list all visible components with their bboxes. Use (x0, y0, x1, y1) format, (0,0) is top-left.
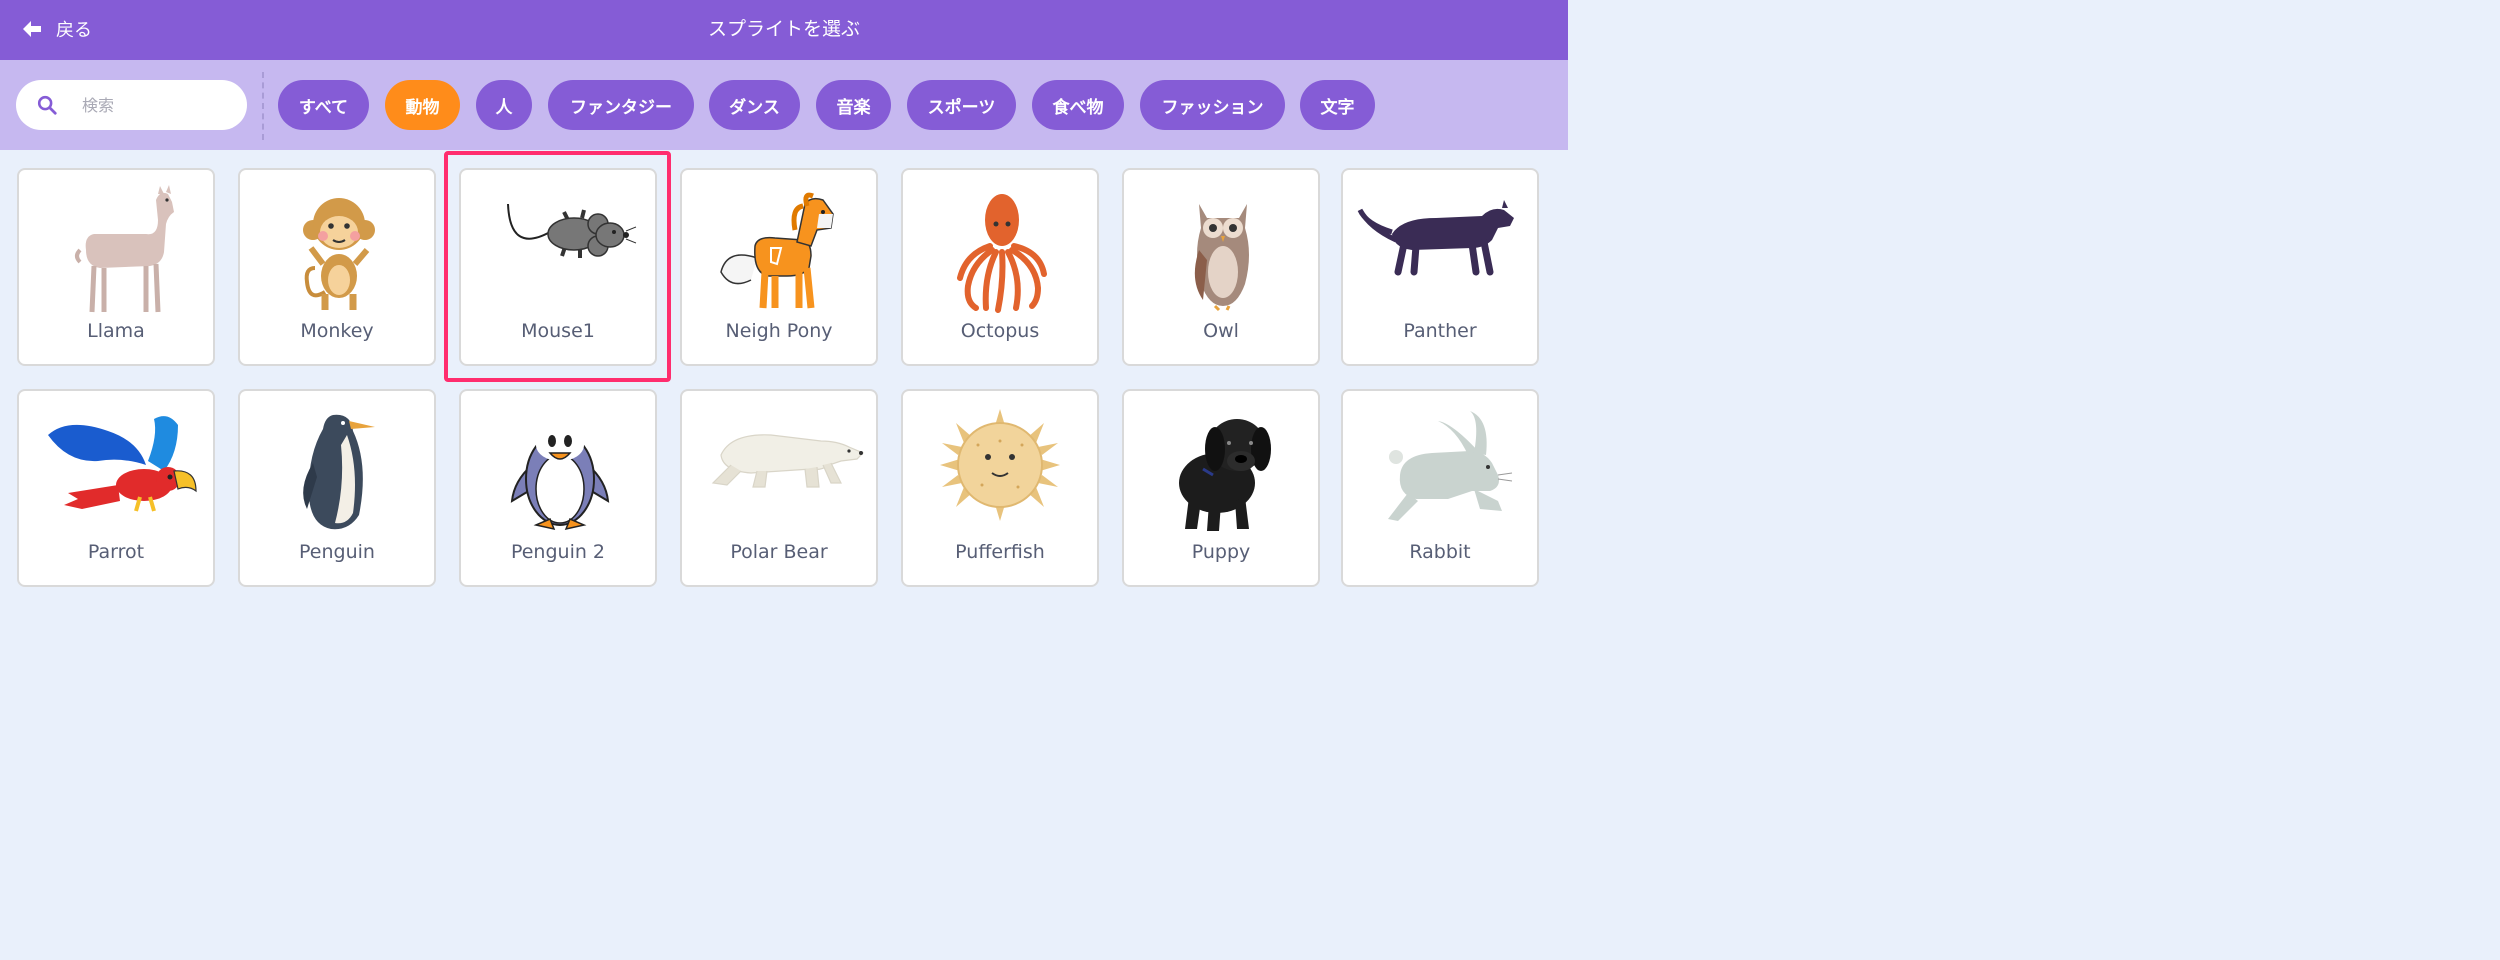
pufferfish-icon (940, 409, 1060, 521)
sprite-card-neigh-pony[interactable]: Neigh Pony (680, 168, 878, 366)
back-label: 戻る (56, 20, 92, 41)
penguin-icon (303, 414, 375, 530)
tag-all[interactable]: すべて (278, 80, 369, 130)
sprite-name: Puppy (1191, 541, 1251, 563)
tag-people[interactable]: 人 (476, 80, 532, 130)
sprite-name: Monkey (300, 320, 374, 342)
back-arrow-icon (23, 21, 41, 37)
sprite-name: Pufferfish (955, 541, 1045, 563)
sprite-name: Neigh Pony (725, 320, 833, 342)
rabbit-icon (1388, 411, 1513, 521)
tag-sports[interactable]: スポーツ (907, 80, 1016, 130)
tag-letters[interactable]: 文字 (1300, 80, 1375, 130)
sprite-card-rabbit[interactable]: Rabbit (1341, 389, 1539, 587)
sprite-grid: Llama Monkey Mouse1 Neigh Pony Octopus O… (0, 150, 1568, 602)
mouse-icon (507, 203, 637, 258)
sprite-name: Owl (1203, 320, 1239, 342)
back-button[interactable]: 戻る (20, 0, 92, 58)
tag-fantasy[interactable]: ファンタジー (548, 80, 694, 130)
tag-fashion[interactable]: ファッション (1140, 80, 1285, 130)
tag-animals[interactable]: 動物 (385, 80, 460, 130)
polar-bear-icon (711, 434, 865, 488)
sprite-name: Mouse1 (521, 320, 595, 342)
search-input[interactable] (80, 94, 224, 116)
sprite-card-octopus[interactable]: Octopus (901, 168, 1099, 366)
sprite-name: Penguin (299, 541, 375, 563)
filter-bar: すべて 動物 人 ファンタジー ダンス 音楽 スポーツ 食べ物 ファッション 文… (0, 60, 1568, 150)
sprite-name: Penguin 2 (510, 541, 606, 563)
sprite-card-penguin[interactable]: Penguin (238, 389, 436, 587)
sprite-name: Llama (87, 320, 145, 342)
sprite-card-polar-bear[interactable]: Polar Bear (680, 389, 878, 587)
tag-food[interactable]: 食べ物 (1032, 80, 1124, 130)
sprite-name: Rabbit (1409, 541, 1471, 563)
sprite-card-parrot[interactable]: Parrot (17, 389, 215, 587)
sprite-card-mouse1[interactable]: Mouse1 (459, 168, 657, 366)
tag-dance[interactable]: ダンス (709, 80, 800, 130)
sprite-card-puppy[interactable]: Puppy (1122, 389, 1320, 587)
sprite-name: Octopus (960, 320, 1040, 342)
sprite-name: Panther (1403, 320, 1477, 342)
sprite-name: Polar Bear (730, 541, 828, 563)
owl-icon (1194, 204, 1249, 312)
search-icon (37, 95, 57, 115)
parrot-icon (48, 416, 197, 512)
sprite-card-penguin-2[interactable]: Penguin 2 (459, 389, 657, 587)
sprite-name: Parrot (87, 541, 145, 563)
sprite-card-owl[interactable]: Owl (1122, 168, 1320, 366)
panther-icon (1357, 200, 1514, 276)
sprite-card-monkey[interactable]: Monkey (238, 168, 436, 366)
sprite-card-pufferfish[interactable]: Pufferfish (901, 389, 1099, 587)
pony-icon (720, 192, 834, 309)
top-bar: 戻る スプライトを選ぶ (0, 0, 1568, 60)
llama-icon (75, 185, 174, 313)
puppy-icon (1179, 419, 1271, 531)
penguin2-icon (510, 429, 610, 531)
octopus-icon (957, 194, 1047, 313)
search-box (16, 80, 247, 130)
monkey-icon (303, 198, 375, 310)
sprite-card-panther[interactable]: Panther (1341, 168, 1539, 366)
divider (262, 72, 264, 140)
tag-music[interactable]: 音楽 (816, 80, 891, 130)
page-title: スプライトを選ぶ (707, 18, 860, 40)
sprite-card-llama[interactable]: Llama (17, 168, 215, 366)
